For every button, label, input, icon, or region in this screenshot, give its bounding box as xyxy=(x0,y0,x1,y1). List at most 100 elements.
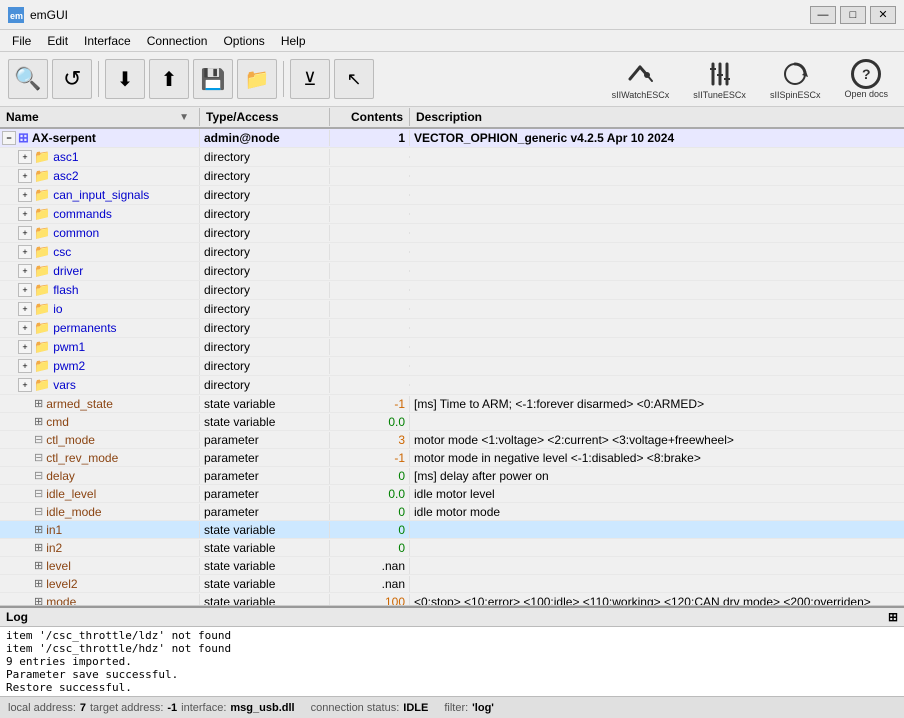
item-name: ctl_rev_mode xyxy=(46,451,118,465)
tune-esc-button[interactable]: sIITuneESCx xyxy=(685,54,754,104)
expand-btn[interactable]: + xyxy=(18,188,32,202)
open-docs-button[interactable]: ? Open docs xyxy=(836,55,896,103)
row-name-cell: ⊞ mode xyxy=(0,594,200,606)
table-row[interactable]: ⊟ ctl_rev_mode parameter -1 motor mode i… xyxy=(0,449,904,467)
menu-interface[interactable]: Interface xyxy=(76,32,139,50)
row-name-cell: ⊞ level xyxy=(0,558,200,574)
expand-btn[interactable]: + xyxy=(18,359,32,373)
separator2 xyxy=(283,61,284,97)
menu-help[interactable]: Help xyxy=(273,32,314,50)
row-desc-cell xyxy=(410,547,904,549)
col-header-name[interactable]: Name ▼ xyxy=(0,108,200,126)
table-row[interactable]: ⊟ delay parameter 0 [ms] delay after pow… xyxy=(0,467,904,485)
folder-icon: 📁 xyxy=(34,263,50,279)
menu-options[interactable]: Options xyxy=(215,32,272,50)
table-row[interactable]: + 📁 commands directory xyxy=(0,205,904,224)
folder-button[interactable]: 📁 xyxy=(237,59,277,99)
row-type-cell: state variable xyxy=(200,558,330,574)
row-desc-cell: <0:stop> <10:error> <100:idle> <110:work… xyxy=(410,594,904,606)
upload-button[interactable]: ⬆ xyxy=(149,59,189,99)
close-button[interactable]: ✕ xyxy=(870,6,896,24)
table-row[interactable]: + 📁 csc directory xyxy=(0,243,904,262)
minimize-button[interactable]: — xyxy=(810,6,836,24)
row-type-cell: state variable xyxy=(200,576,330,592)
table-row[interactable]: ⊟ idle_level parameter 0.0 idle motor le… xyxy=(0,485,904,503)
folder-icon: 📁 xyxy=(34,339,50,355)
item-name: AX-serpent xyxy=(32,131,96,145)
expand-btn[interactable]: + xyxy=(18,302,32,316)
table-row[interactable]: ⊞ level2 state variable .nan xyxy=(0,575,904,593)
cursor-button[interactable]: ↖ xyxy=(334,59,374,99)
table-row[interactable]: + 📁 asc1 directory xyxy=(0,148,904,167)
expand-btn xyxy=(18,559,32,573)
table-row[interactable]: + 📁 io directory xyxy=(0,300,904,319)
log-title: Log xyxy=(6,610,28,624)
menu-connection[interactable]: Connection xyxy=(139,32,216,50)
table-row[interactable]: ⊞ mode state variable 100 <0:stop> <10:e… xyxy=(0,593,904,605)
upload-icon: ⬆ xyxy=(161,67,178,92)
table-row[interactable]: + 📁 vars directory xyxy=(0,376,904,395)
table-row[interactable]: + 📁 common directory xyxy=(0,224,904,243)
table-row[interactable]: + 📁 pwm1 directory xyxy=(0,338,904,357)
tree-body[interactable]: − ⊞ AX-serpent admin@node 1 VECTOR_OPHIO… xyxy=(0,129,904,605)
expand-btn[interactable]: + xyxy=(18,321,32,335)
row-type-cell: directory xyxy=(200,244,330,260)
table-row[interactable]: + 📁 pwm2 directory xyxy=(0,357,904,376)
row-desc-cell xyxy=(410,213,904,215)
row-desc-cell xyxy=(410,529,904,531)
table-row[interactable]: ⊞ in2 state variable 0 xyxy=(0,539,904,557)
watch-esc-button[interactable]: sIIWatchESCx xyxy=(604,54,678,104)
item-name: driver xyxy=(53,264,83,278)
refresh-icon: ↻ xyxy=(63,66,81,92)
folder-icon: 📁 xyxy=(34,282,50,298)
table-row[interactable]: + 📁 permanents directory xyxy=(0,319,904,338)
expand-btn[interactable]: + xyxy=(18,340,32,354)
item-name: armed_state xyxy=(46,397,113,411)
table-row[interactable]: ⊟ ctl_mode parameter 3 motor mode <1:vol… xyxy=(0,431,904,449)
statevar-icon: ⊞ xyxy=(34,397,43,410)
expand-btn[interactable]: + xyxy=(18,150,32,164)
log-line: 9 entries imported. xyxy=(6,655,898,668)
log-body[interactable]: item '/csc_throttle/ldz' not found item … xyxy=(0,627,904,696)
table-row[interactable]: ⊞ in1 state variable 0 xyxy=(0,521,904,539)
maximize-button[interactable]: □ xyxy=(840,6,866,24)
expand-btn[interactable]: + xyxy=(18,207,32,221)
statevar-icon: ⊞ xyxy=(34,523,43,536)
row-type-cell: directory xyxy=(200,206,330,222)
download-button[interactable]: ⬇ xyxy=(105,59,145,99)
table-row[interactable]: + 📁 flash directory xyxy=(0,281,904,300)
table-row[interactable]: + 📁 driver directory xyxy=(0,262,904,281)
row-name-cell: ⊞ in1 xyxy=(0,522,200,538)
table-row[interactable]: ⊞ level state variable .nan xyxy=(0,557,904,575)
table-row[interactable]: + 📁 asc2 directory xyxy=(0,167,904,186)
search-button[interactable]: 🔍 xyxy=(8,59,48,99)
row-desc-cell xyxy=(410,194,904,196)
table-row[interactable]: ⊟ idle_mode parameter 0 idle motor mode xyxy=(0,503,904,521)
expand-btn xyxy=(18,469,32,483)
row-desc-cell xyxy=(410,289,904,291)
refresh-button[interactable]: ↻ xyxy=(52,59,92,99)
spin-esc-button[interactable]: sIISpinESCx xyxy=(762,54,829,104)
expand-btn[interactable]: + xyxy=(18,264,32,278)
expand-btn[interactable]: + xyxy=(18,245,32,259)
menu-file[interactable]: File xyxy=(4,32,39,50)
row-desc-cell xyxy=(410,421,904,423)
menu-edit[interactable]: Edit xyxy=(39,32,76,50)
table-row[interactable]: ⊞ armed_state state variable -1 [ms] Tim… xyxy=(0,395,904,413)
save-button[interactable]: 💾 xyxy=(193,59,233,99)
expand-btn[interactable]: − xyxy=(2,131,16,145)
open-docs-label: Open docs xyxy=(844,89,888,99)
filter-section: filter: 'log' xyxy=(444,702,494,714)
table-row[interactable]: + 📁 can_input_signals directory xyxy=(0,186,904,205)
log-expand-icon[interactable]: ⊞ xyxy=(888,610,898,624)
statevar-icon: ⊞ xyxy=(34,595,43,605)
item-name: level xyxy=(46,559,71,573)
filter-button[interactable]: ⊻ xyxy=(290,59,330,99)
table-row[interactable]: ⊞ cmd state variable 0.0 xyxy=(0,413,904,431)
expand-btn[interactable]: + xyxy=(18,169,32,183)
table-row[interactable]: − ⊞ AX-serpent admin@node 1 VECTOR_OPHIO… xyxy=(0,129,904,148)
expand-btn[interactable]: + xyxy=(18,283,32,297)
row-name-cell: + 📁 pwm1 xyxy=(0,338,200,356)
expand-btn[interactable]: + xyxy=(18,378,32,392)
expand-btn[interactable]: + xyxy=(18,226,32,240)
